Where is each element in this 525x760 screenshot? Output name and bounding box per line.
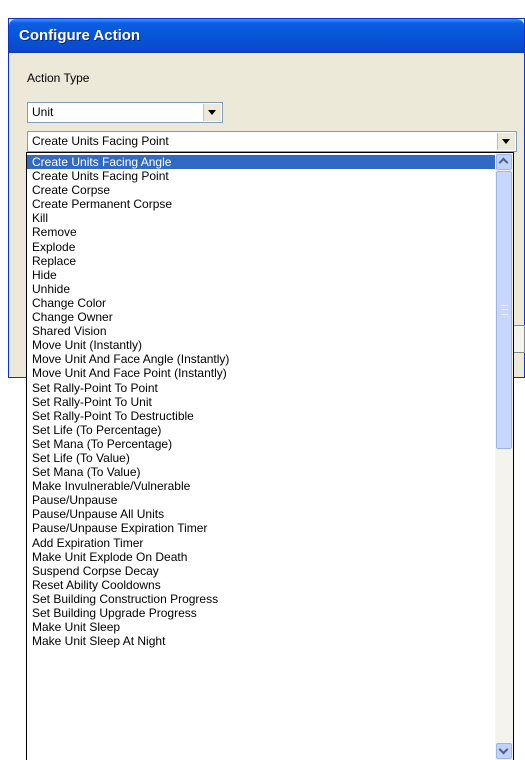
dropdown-item[interactable]: Shared Vision xyxy=(27,324,495,338)
dropdown-item[interactable]: Pause/Unpause xyxy=(27,493,495,507)
chevron-down-icon[interactable] xyxy=(203,104,221,121)
dropdown-item[interactable]: Make Unit Sleep At Night xyxy=(27,634,495,648)
dropdown-item[interactable]: Reset Ability Cooldowns xyxy=(27,578,495,592)
dropdown-item[interactable]: Set Building Construction Progress xyxy=(27,592,495,606)
dropdown-item[interactable]: Create Units Facing Angle xyxy=(27,155,495,170)
scroll-up-icon[interactable] xyxy=(496,154,512,170)
title-bar[interactable]: Configure Action xyxy=(9,19,524,53)
dropdown-item[interactable]: Make Unit Explode On Death xyxy=(27,550,495,564)
dropdown-item[interactable]: Explode xyxy=(27,240,495,254)
dropdown-item[interactable]: Replace xyxy=(27,254,495,268)
dropdown-item[interactable]: Make Invulnerable/Vulnerable xyxy=(27,479,495,493)
dropdown-item[interactable]: Change Color xyxy=(27,296,495,310)
dialog-button-edge[interactable] xyxy=(513,325,525,353)
grip-icon xyxy=(501,305,508,315)
dropdown-item[interactable]: Set Life (To Percentage) xyxy=(27,423,495,437)
dropdown-item[interactable]: Move Unit And Face Angle (Instantly) xyxy=(27,352,495,366)
dropdown-item[interactable]: Set Rally-Point To Point xyxy=(27,381,495,395)
scrollbar-thumb[interactable] xyxy=(496,171,512,449)
dropdown-item[interactable]: Pause/Unpause Expiration Timer xyxy=(27,521,495,535)
dropdown-item[interactable]: Move Unit (Instantly) xyxy=(27,338,495,352)
dropdown-item[interactable]: Suspend Corpse Decay xyxy=(27,564,495,578)
action-select[interactable]: Create Units Facing Point xyxy=(27,131,517,152)
dropdown-item[interactable]: Add Expiration Timer xyxy=(27,536,495,550)
dropdown-item[interactable]: Set Life (To Value) xyxy=(27,451,495,465)
dropdown-item[interactable]: Create Permanent Corpse xyxy=(27,197,495,211)
dropdown-item[interactable]: Make Unit Sleep xyxy=(27,620,495,634)
category-select[interactable]: Unit xyxy=(27,102,223,123)
action-dropdown-list[interactable]: Create Units Facing Angle Create Units Fa… xyxy=(26,152,514,760)
category-select-value: Unit xyxy=(32,105,54,119)
dropdown-item[interactable]: Change Owner xyxy=(27,310,495,324)
scroll-down-icon[interactable] xyxy=(496,743,512,759)
dropdown-item[interactable]: Create Units Facing Point xyxy=(27,169,495,183)
dropdown-item[interactable]: Hide xyxy=(27,268,495,282)
dropdown-item[interactable]: Unhide xyxy=(27,282,495,296)
dropdown-item[interactable]: Remove xyxy=(27,225,495,239)
scrollbar[interactable] xyxy=(495,153,513,760)
action-type-label: Action Type xyxy=(27,71,90,85)
action-select-value: Create Units Facing Point xyxy=(32,134,169,148)
dialog-title: Configure Action xyxy=(19,27,141,44)
dropdown-item[interactable]: Set Building Upgrade Progress xyxy=(27,606,495,620)
dropdown-item[interactable]: Pause/Unpause All Units xyxy=(27,507,495,521)
dropdown-item[interactable]: Set Mana (To Value) xyxy=(27,465,495,479)
dropdown-items: Create Units Facing Angle Create Units Fa… xyxy=(27,155,495,648)
chevron-down-icon[interactable] xyxy=(497,133,515,150)
dropdown-item[interactable]: Set Rally-Point To Unit xyxy=(27,395,495,409)
dropdown-item[interactable]: Move Unit And Face Point (Instantly) xyxy=(27,366,495,380)
dropdown-item[interactable]: Set Mana (To Percentage) xyxy=(27,437,495,451)
dropdown-item[interactable]: Kill xyxy=(27,211,495,225)
dropdown-item[interactable]: Create Corpse xyxy=(27,183,495,197)
dropdown-item[interactable]: Set Rally-Point To Destructible xyxy=(27,409,495,423)
